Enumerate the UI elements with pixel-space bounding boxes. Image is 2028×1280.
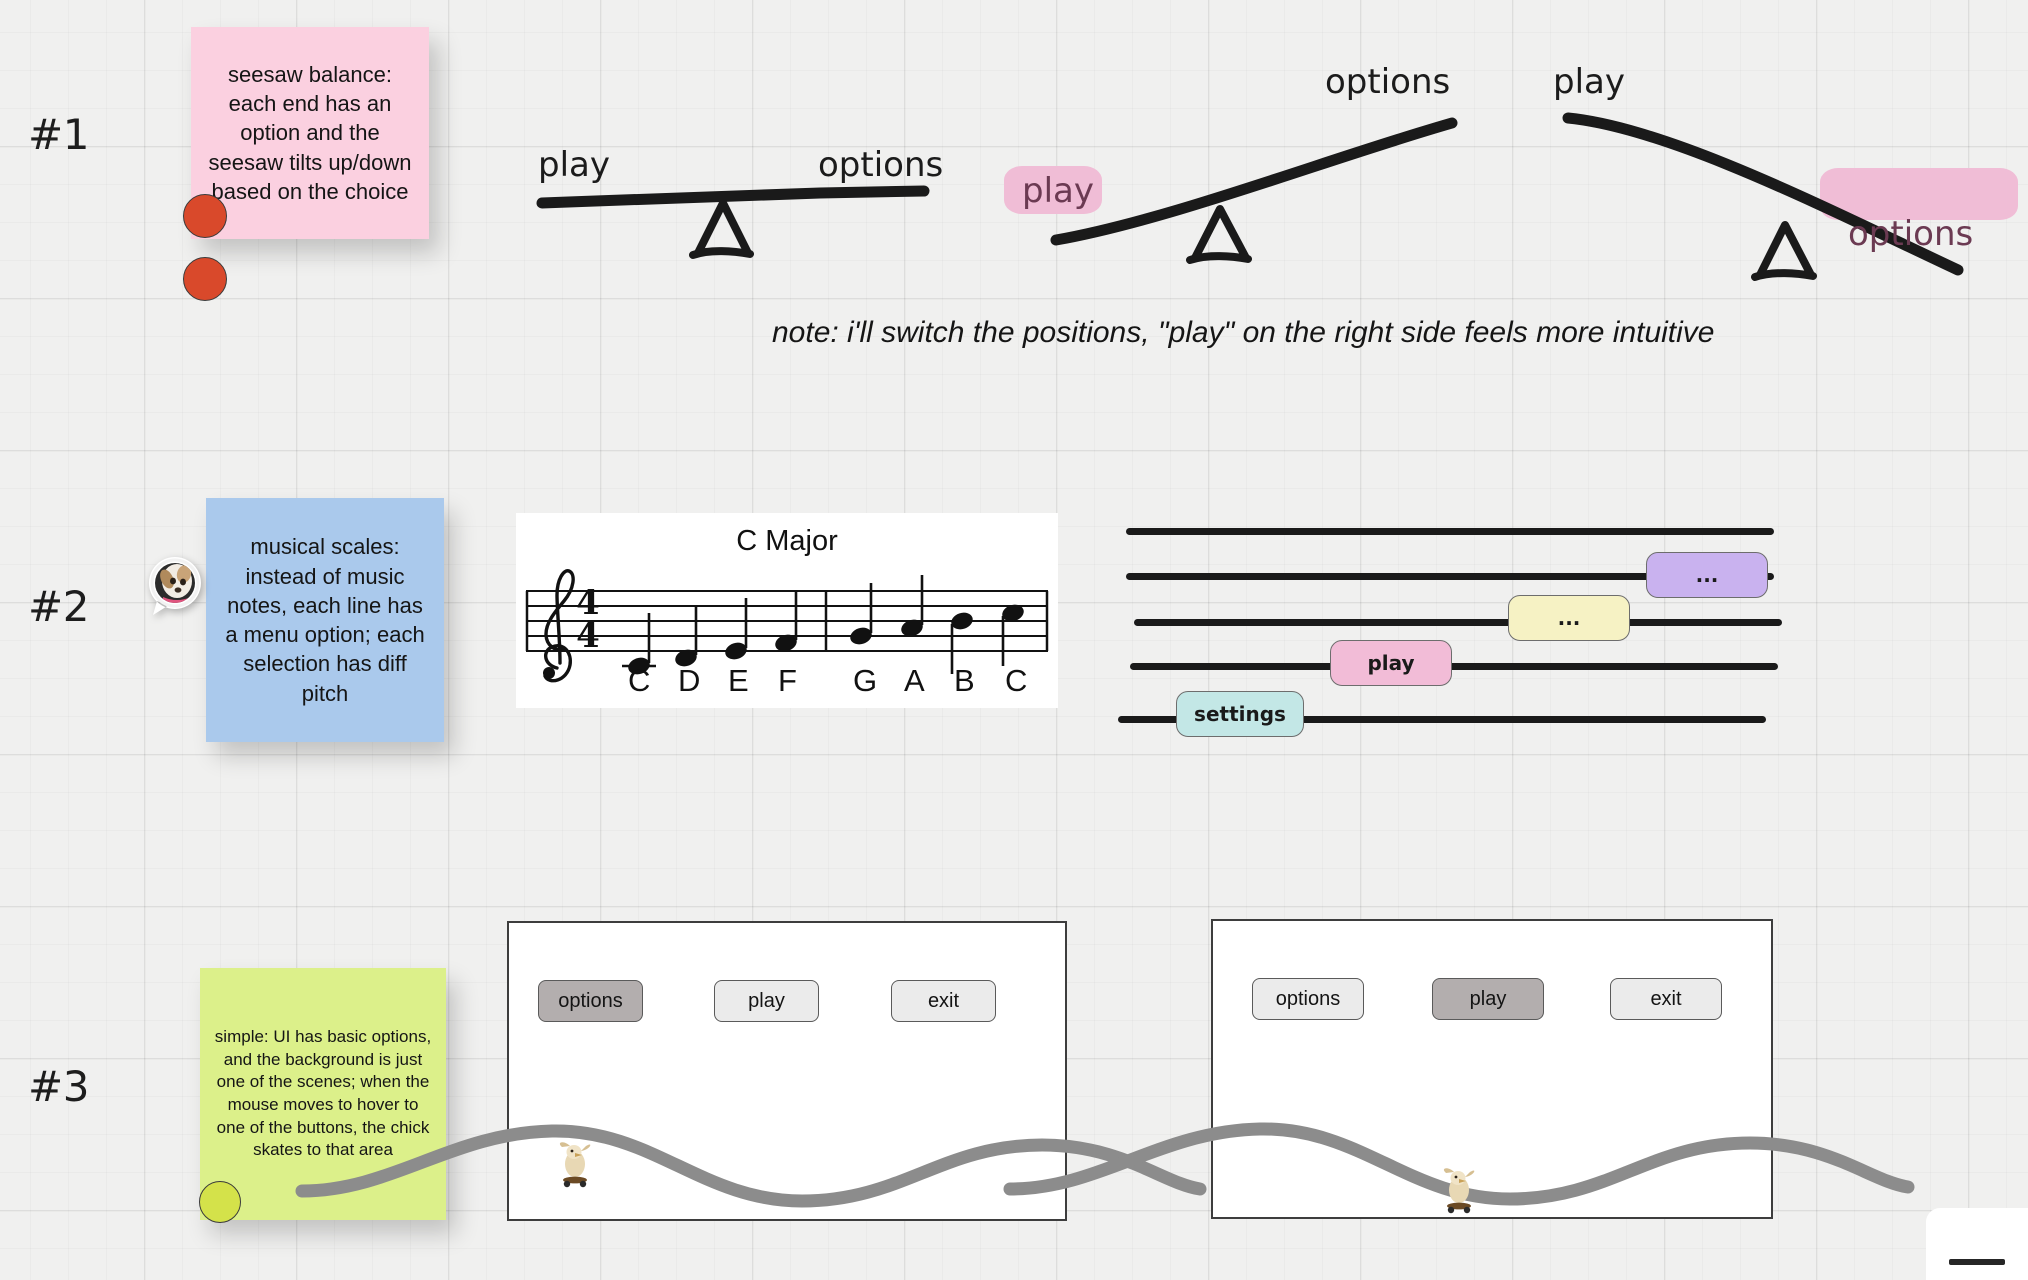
design-note-text: note: i'll switch the positions, "play" … xyxy=(772,316,1715,349)
score-note-4: G xyxy=(853,663,878,698)
seesaw-1-drawing xyxy=(536,185,930,259)
frame1-button-options[interactable]: options xyxy=(538,980,643,1022)
staff-chip-2-label: ... xyxy=(1557,606,1581,630)
frame1-button-exit[interactable]: exit xyxy=(891,980,996,1022)
score-note-3: F xyxy=(778,663,797,698)
frame1-chick-character xyxy=(554,1138,600,1190)
staff-chip-1[interactable]: ... xyxy=(1646,552,1768,598)
frame1-button-play[interactable]: play xyxy=(714,980,819,1022)
score-note-5: A xyxy=(904,663,925,698)
svg-text:4: 4 xyxy=(576,616,600,656)
panel-handle-bar[interactable] xyxy=(1949,1259,2005,1265)
staff-line-4 xyxy=(1130,663,1778,670)
sticky-note-seesaw-text: seesaw balance: each end has an option a… xyxy=(208,61,412,204)
score-note-1: D xyxy=(678,663,701,698)
score-note-0: C xyxy=(628,663,651,698)
frame2-button-exit[interactable]: exit xyxy=(1610,978,1722,1020)
dog-avatar[interactable] xyxy=(143,555,207,619)
seesaw-2-left-label: play xyxy=(1022,171,1094,211)
staff-chip-4[interactable]: settings xyxy=(1176,691,1304,737)
staff-chip-3[interactable]: play xyxy=(1330,640,1452,686)
frame2-button-play-label: play xyxy=(1469,987,1507,1010)
score-note-6: B xyxy=(954,663,975,698)
frame1-button-exit-label: exit xyxy=(927,989,960,1012)
frame1-button-options-label: options xyxy=(558,989,623,1012)
whiteboard-canvas[interactable]: #1 #2 #3 seesaw balance: each end has an… xyxy=(0,0,2028,1280)
frame2-button-options[interactable]: options xyxy=(1252,978,1364,1020)
mockup-frame-options[interactable]: options play exit xyxy=(295,921,1207,1221)
score-note-2: E xyxy=(728,663,749,698)
row-label-2: #2 xyxy=(28,582,89,631)
score-note-7: C xyxy=(1005,663,1028,698)
staff-line-3 xyxy=(1134,619,1782,626)
frame2-chick-character xyxy=(1438,1164,1484,1216)
staff-chip-3-label: play xyxy=(1367,651,1415,675)
score-note-letters: C D E F G A B C xyxy=(516,663,1058,707)
frame2-button-options-label: options xyxy=(1275,987,1341,1010)
sticky-note-seesaw[interactable]: seesaw balance: each end has an option a… xyxy=(191,27,429,239)
staff-chip-1-label: ... xyxy=(1695,563,1719,587)
sticky-dot-1[interactable] xyxy=(183,194,227,238)
frame2-button-exit-label: exit xyxy=(1650,987,1682,1010)
row-label-3: #3 xyxy=(28,1062,89,1111)
staff-line-1 xyxy=(1126,528,1774,535)
row-label-1: #1 xyxy=(28,110,89,159)
staff-menu-mockup[interactable]: ... ... play settings xyxy=(1118,520,1798,737)
seesaw-3-left-label: play xyxy=(1553,62,1625,102)
seesaw-3-right-label: options xyxy=(1848,214,1974,254)
staff-chip-2[interactable]: ... xyxy=(1508,595,1630,641)
sticky-dot-3[interactable] xyxy=(199,1181,241,1223)
seesaw-2-right-label: options xyxy=(1325,62,1451,102)
c-major-score-image: C Major 4 4 C D E F G A B C xyxy=(516,513,1058,708)
frame1-button-play-label: play xyxy=(748,989,785,1012)
frame2-button-play[interactable]: play xyxy=(1432,978,1544,1020)
staff-chip-4-label: settings xyxy=(1194,702,1286,726)
sticky-dot-2[interactable] xyxy=(183,257,227,301)
bottom-right-panel[interactable] xyxy=(1926,1208,2028,1280)
sticky-note-scales-text: musical scales: instead of music notes, … xyxy=(225,534,425,706)
mockup-frame-play[interactable]: options play exit xyxy=(1003,919,1915,1219)
sticky-note-scales[interactable]: musical scales: instead of music notes, … xyxy=(206,498,444,742)
